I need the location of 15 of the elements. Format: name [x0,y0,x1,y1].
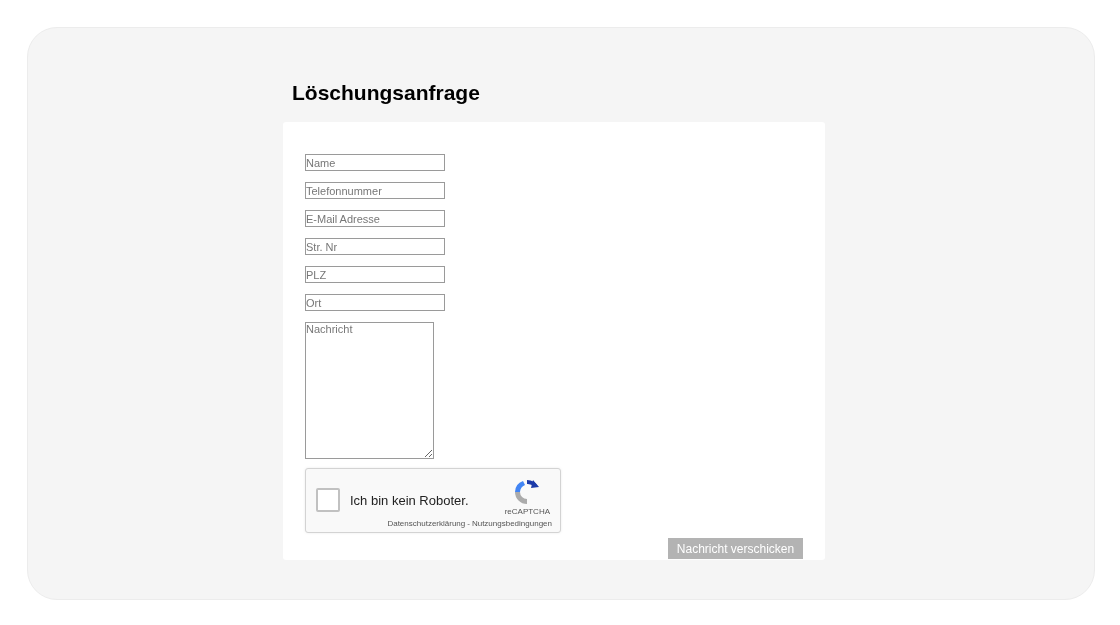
form-title: Löschungsanfrage [292,80,480,106]
input-field[interactable]: Name [305,154,445,171]
input-field[interactable]: PLZ [305,266,445,283]
link-separator: - [467,519,470,529]
captcha-brand: reCAPTCHA [504,507,550,517]
input-field[interactable]: Telefonnummer [305,182,445,199]
terms-link[interactable]: Nutzungsbedingungen [471,519,552,529]
privacy-link[interactable]: Datenschutzerklärung [387,519,466,529]
captcha-checkbox[interactable] [316,488,340,512]
input-field[interactable]: Ort [305,294,445,311]
input-field[interactable]: E-Mail Adresse [305,210,445,227]
captcha-logo-icon [513,478,541,506]
message-field[interactable]: Nachricht [305,322,434,459]
captcha-label: Ich bin kein Roboter. [350,493,469,509]
input-field[interactable]: Str. Nr [305,238,445,255]
